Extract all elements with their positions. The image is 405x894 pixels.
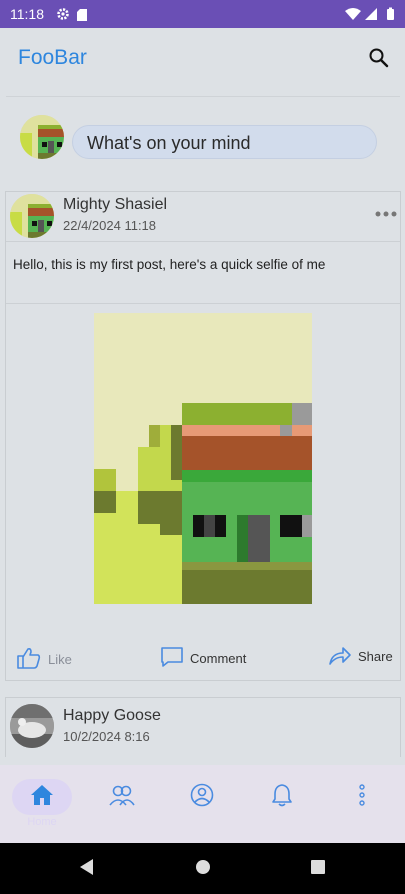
post-card: Happy Goose 10/2/2024 8:16 [5,697,401,757]
nav-home-label: Home [27,816,57,828]
post-author[interactable]: Happy Goose [63,707,161,725]
battery-icon [387,7,394,20]
nav-notifications[interactable] [252,779,312,815]
post-date: 10/2/2024 8:16 [63,729,150,744]
divider [6,241,400,242]
system-navigation-bar [0,843,405,894]
post-card: Mighty Shasiel 22/4/2024 11:18 Hello, th… [5,191,401,681]
status-bar: 11:18 [0,0,405,28]
profile-icon [190,783,214,812]
like-button[interactable]: Like [16,646,72,673]
like-label: Like [48,652,72,667]
post-image[interactable] [94,313,312,604]
app-title: FooBar [18,46,87,69]
status-time: 11:18 [10,6,44,22]
search-icon[interactable] [366,45,392,71]
app-bar: FooBar [0,28,405,90]
post-author[interactable]: Mighty Shasiel [63,196,167,214]
recent-apps-icon[interactable] [310,859,326,880]
status-icons-right [345,7,397,26]
home-circle-icon[interactable] [195,859,211,880]
share-button[interactable]: Share [328,644,393,669]
thumbs-up-icon [16,646,42,673]
share-label: Share [358,649,393,664]
gear-icon [56,7,70,26]
post-composer: What's on your mind [6,96,400,183]
signal-icon [365,8,377,20]
comment-label: Comment [190,651,247,666]
back-icon[interactable] [78,858,94,881]
comment-icon [160,646,184,671]
avatar[interactable] [20,115,64,159]
share-icon [328,644,352,669]
composer-input[interactable]: What's on your mind [72,125,377,159]
bell-icon [271,783,293,812]
comment-button[interactable]: Comment [160,646,246,671]
post-date: 22/4/2024 11:18 [63,218,157,233]
nav-profile[interactable] [172,779,232,815]
sd-card-icon [77,8,87,26]
avatar[interactable] [10,704,54,748]
composer-placeholder: What's on your mind [87,133,251,153]
nav-more[interactable] [332,779,392,815]
friends-icon [109,783,135,812]
nav-home[interactable] [12,779,72,815]
bottom-navigation: Home [0,765,405,843]
post-text: Hello, this is my first post, here's a q… [13,257,326,272]
more-horiz-icon[interactable] [374,206,398,222]
avatar[interactable] [10,194,54,238]
home-icon [30,784,54,811]
divider [6,303,400,304]
more-vert-icon [358,783,366,812]
wifi-icon [345,8,361,20]
nav-friends[interactable] [92,779,152,815]
